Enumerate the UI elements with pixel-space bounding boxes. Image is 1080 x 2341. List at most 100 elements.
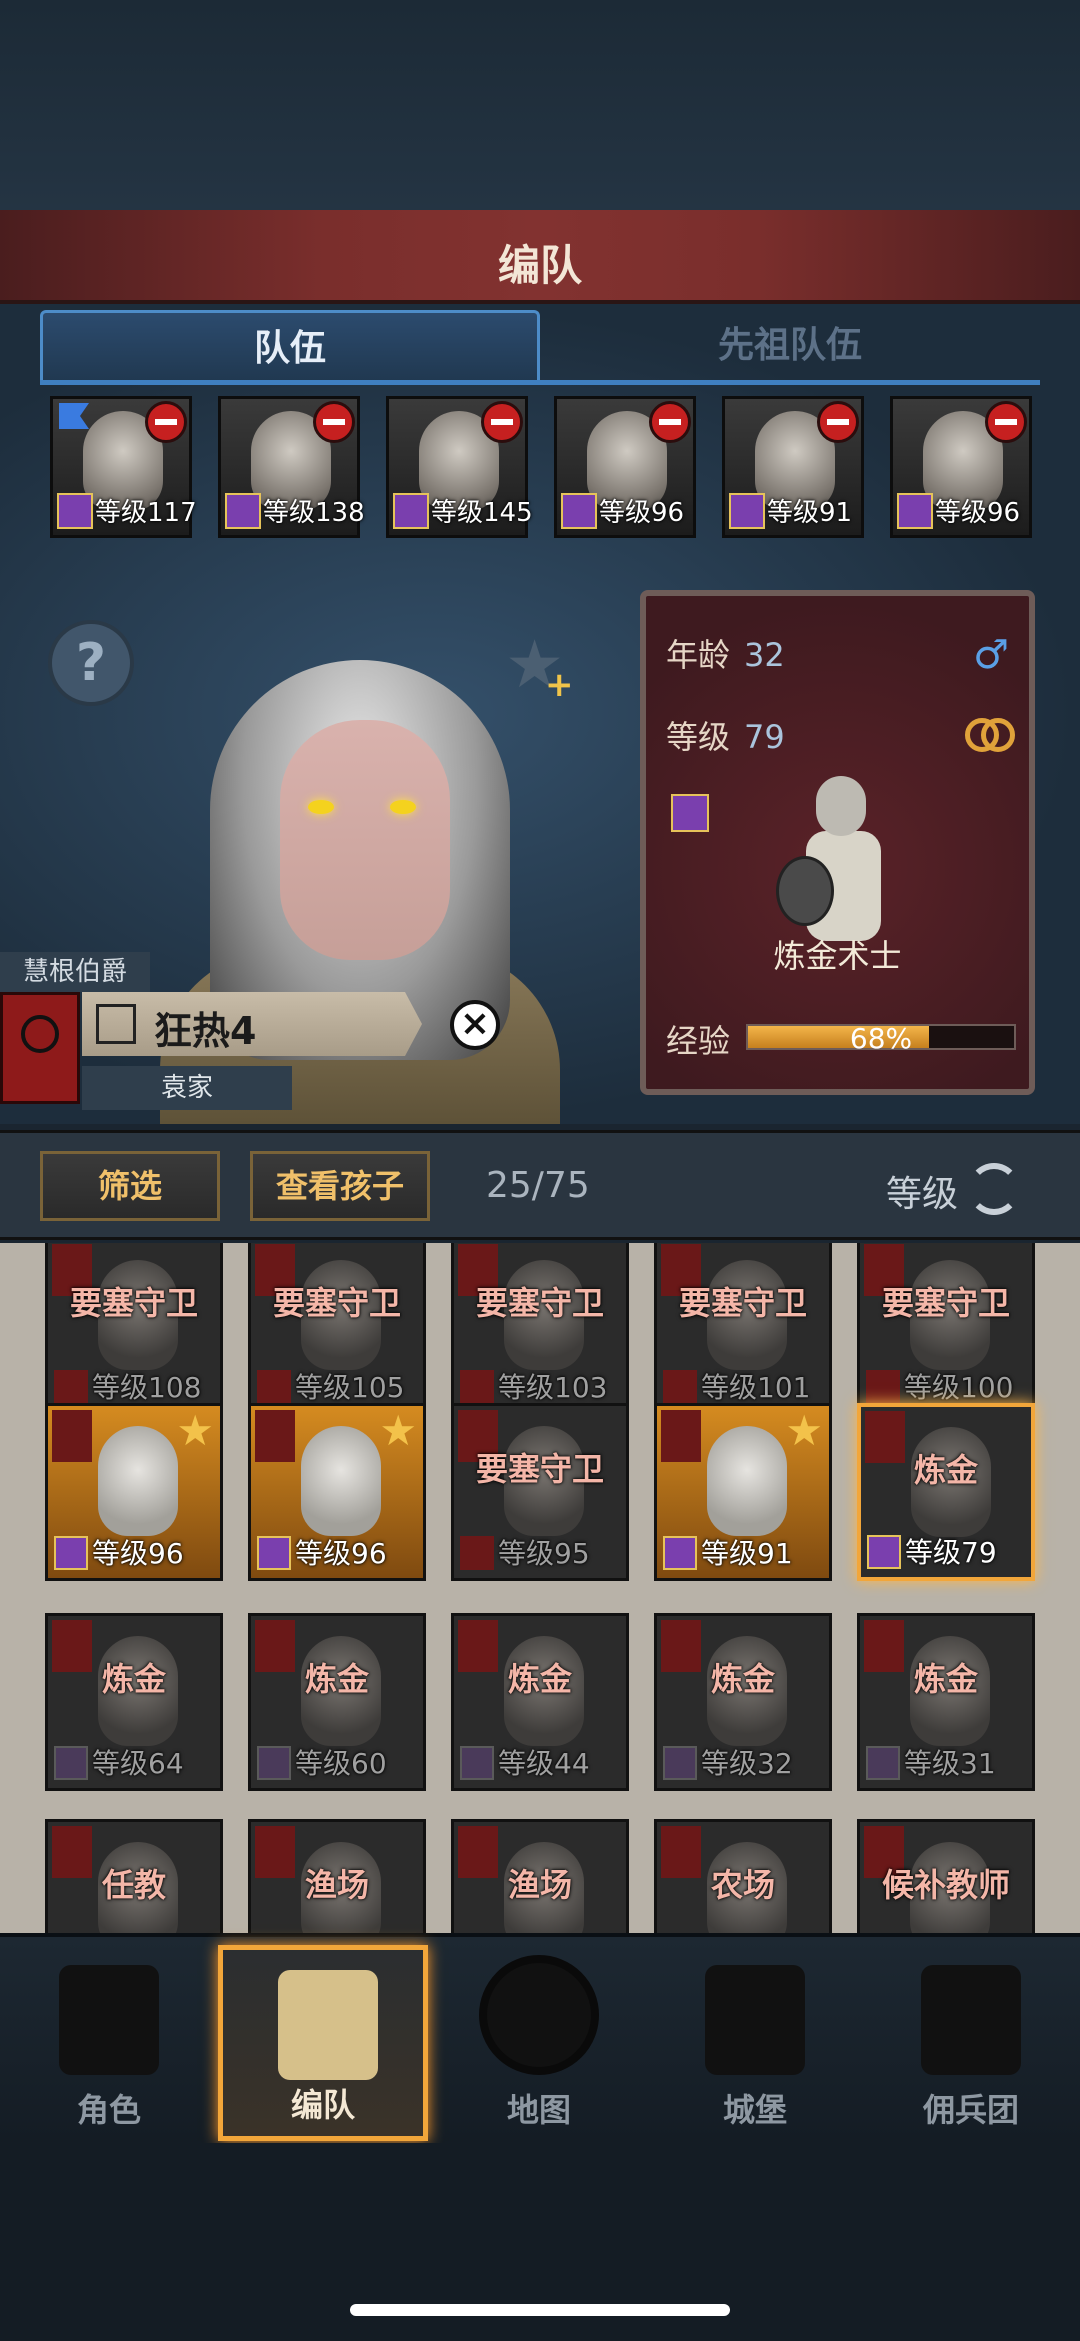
home-indicator[interactable] [350,2304,730,2316]
remove-icon[interactable] [481,401,523,443]
roster-card[interactable]: 要塞守卫 等级103 [451,1243,629,1415]
roster-card[interactable]: 要塞守卫等级108 [45,1243,223,1415]
roster-card[interactable]: 炼金等级60 [248,1613,426,1791]
roster-card[interactable]: 渔场 [451,1819,629,1933]
staff-icon [663,1746,697,1780]
wolf-icon [460,1370,494,1404]
roster-card[interactable]: 要塞守卫 等级100 [857,1243,1035,1415]
nav-item-castle[interactable]: 城堡 [650,1945,860,2141]
tab-team[interactable]: 队伍 [40,310,540,382]
title-banner: 编队 [0,210,1080,304]
wolf-icon [54,1370,88,1404]
trait-text: 狂热4 [154,1009,257,1053]
character-info-card: 年龄 32 ♂ 等级 79 炼金术士 经验 68% [640,590,1035,1095]
help-button[interactable]: ? [48,620,134,706]
age-value: 32 [744,636,785,674]
roster-card[interactable]: 炼金 等级64 [45,1613,223,1791]
staff-icon [393,493,429,529]
party-slot-2[interactable]: 等级138 [218,396,365,538]
party-slot-1[interactable]: 等级117 [50,396,197,538]
roster-card[interactable]: ★ 等级96 [248,1403,426,1581]
filter-button[interactable]: 筛选 [40,1151,220,1221]
exp-label: 经验 [666,1022,731,1060]
staff-icon [663,1536,697,1570]
card-level: 等级96 [92,1537,184,1570]
roster-card[interactable]: 渔场 [248,1819,426,1933]
exp-text: 68% [849,1022,913,1055]
roster-count: 25/75 [486,1165,590,1206]
roster-card[interactable]: 要塞守卫 等级95 [451,1403,629,1581]
mercenary-icon [921,1965,1021,2075]
view-children-button[interactable]: 查看孩子 [250,1151,430,1221]
bearer-title: 慧根伯爵 [0,952,150,992]
card-level: 等级64 [92,1747,184,1780]
sort-label[interactable]: 等级 [886,1165,958,1217]
level-value: 79 [744,718,785,756]
nav-item-formation[interactable]: 编队 [218,1945,428,2141]
remove-icon[interactable] [649,401,691,443]
house-name: 袁家 [82,1066,292,1110]
house-banner-icon [661,1410,701,1462]
card-level: 等级100 [904,1371,1014,1404]
party-slot-5[interactable]: 等级91 [722,396,864,538]
edit-icon [96,1004,136,1044]
card-level: 等级96 [295,1537,387,1570]
nav-item-mercenary[interactable]: 佣兵团 [866,1945,1076,2141]
bottom-nav: 角色 编队 地图 城堡 佣兵团 [0,1933,1080,2143]
refresh-icon[interactable] [968,1163,1020,1215]
level-label: 等级 [666,718,731,756]
close-icon[interactable]: × [450,1000,500,1050]
house-banner-icon [255,1410,295,1462]
roster-card[interactable]: 候补教师 [857,1819,1035,1933]
staff-icon [54,1536,88,1570]
knight-icon [59,1965,159,2075]
remove-icon[interactable] [313,401,355,443]
card-level: 等级108 [92,1371,202,1404]
job-label: 任教 [101,1866,166,1904]
nav-item-map[interactable]: 地图 [434,1945,644,2141]
member-level: 等级145 [431,498,533,528]
roster-card[interactable]: 任教 [45,1819,223,1933]
nav-label: 城堡 [722,2091,787,2129]
exp-bar: 68% [746,1022,1016,1055]
remove-icon[interactable] [145,401,187,443]
roster-card[interactable]: 农场 [654,1819,832,1933]
ring-icon[interactable] [965,714,1015,752]
roster-card[interactable]: ★ 等级96 [45,1403,223,1581]
star-icon: ★ [785,1406,823,1455]
remove-icon[interactable] [985,401,1027,443]
nav-item-character[interactable]: 角色 [4,1945,214,2141]
party-slot-6[interactable]: 等级96 [890,396,1032,538]
star-icon: ★ [379,1406,417,1455]
job-label: 要塞守卫 [678,1284,807,1322]
roster-card[interactable]: 炼金 等级79 [857,1403,1035,1581]
roster-card[interactable]: 炼金 等级32 [654,1613,832,1791]
staff-icon [729,493,765,529]
roster-card[interactable]: 炼金 等级31 [857,1613,1035,1791]
job-label: 候补教师 [881,1866,1010,1904]
castle-icon [705,1965,805,2075]
trait-plate[interactable]: 狂热4 [82,992,422,1056]
tab-ancestor-team[interactable]: 先祖队伍 [540,310,1040,382]
roster-card[interactable]: 要塞守卫 等级105 [248,1243,426,1415]
nav-label: 角色 [76,2091,141,2129]
party-slot-3[interactable]: 等级145 [386,396,533,538]
card-level: 等级60 [295,1747,387,1780]
filter-bar: 筛选 查看孩子 25/75 等级 [0,1130,1080,1240]
job-label: 要塞守卫 [272,1284,401,1322]
staff-icon [671,794,709,832]
roster-card[interactable]: 要塞守卫 等级101 [654,1243,832,1415]
portrait [98,1426,178,1536]
job-label: 要塞守卫 [69,1284,198,1322]
portrait [301,1426,381,1536]
party-slot-4[interactable]: 等级96 [554,396,696,538]
card-level: 等级95 [498,1537,590,1570]
job-label: 炼金 [304,1660,369,1698]
card-level: 等级103 [498,1371,608,1404]
remove-icon[interactable] [817,401,859,443]
job-label: 炼金 [710,1660,775,1698]
roster-card[interactable]: 炼金 等级44 [451,1613,629,1791]
page-title: 编队 [497,241,582,290]
roster-card[interactable]: ★ 等级91 [654,1403,832,1581]
helmet-icon [278,1970,378,2080]
